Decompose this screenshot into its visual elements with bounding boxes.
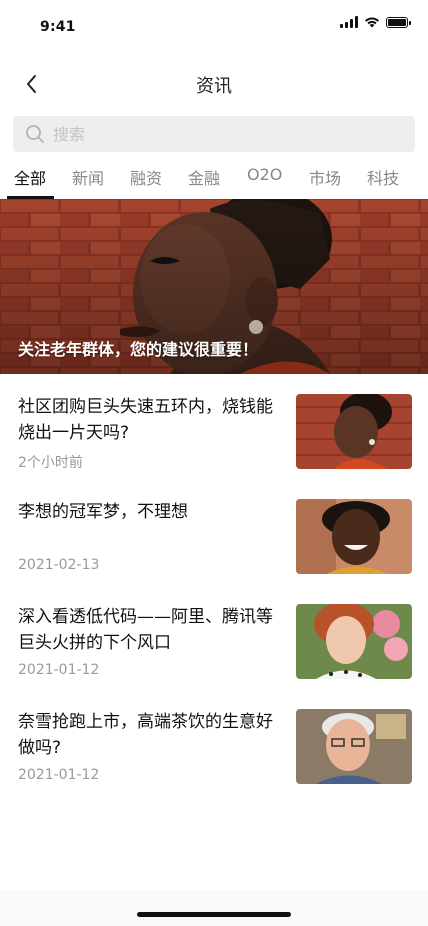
tab-all[interactable]: 全部 [14,165,46,189]
news-title: 李想的冠军梦，不理想 [18,502,188,522]
featured-banner[interactable]: 关注老年群体，您的建议很重要！ [0,199,428,374]
search-bar[interactable] [13,116,415,152]
news-thumbnail [296,499,412,574]
status-bar: 9:41 [0,0,428,54]
tab-news[interactable]: 新闻 [72,165,104,189]
news-screen: 9:41 资讯 搜索 全部 新闻 融资 金融 O2O 市场 科技 关注老年群体，… [0,0,428,926]
news-item[interactable]: 社区团购巨头失速五环内，烧钱能烧出一片天吗? 2个小时前 [0,394,428,490]
cellular-signal-icon [340,16,358,28]
status-time: 9:41 [40,19,76,35]
news-time: 2021-02-13 [18,557,100,573]
news-title: 深入看透低代码——阿里、腾讯等巨头火拼的下个风口 [18,607,273,653]
category-tabs: 全部 新闻 融资 金融 O2O 市场 科技 [0,160,428,200]
tab-tech[interactable]: 科技 [367,165,399,189]
wifi-icon [365,17,379,28]
status-icons [340,16,411,28]
search-icon [25,124,45,144]
news-time: 2个小时前 [18,455,83,471]
search-input[interactable] [53,124,393,144]
news-time: 2021-01-12 [18,662,100,678]
home-indicator[interactable] [137,912,291,917]
nav-bar: 资讯 [0,60,428,106]
home-bar-area [0,890,428,926]
tab-financing[interactable]: 融资 [130,165,162,189]
news-thumbnail [296,604,412,679]
news-title: 社区团购巨头失速五环内，烧钱能烧出一片天吗? [18,397,273,443]
page-title: 资讯 [196,76,232,97]
banner-caption: 关注老年群体，您的建议很重要！ [18,340,259,359]
news-thumbnail [296,394,412,469]
tab-market[interactable]: 市场 [309,165,341,189]
battery-icon [386,16,411,28]
news-thumbnail [296,709,412,784]
news-item[interactable]: 奈雪抢跑上市，高端茶饮的生意好做吗? 2021-01-12 [0,709,428,805]
news-title: 奈雪抢跑上市，高端茶饮的生意好做吗? [18,712,273,758]
news-item[interactable]: 深入看透低代码——阿里、腾讯等巨头火拼的下个风口 2021-01-12 [0,604,428,700]
news-item[interactable]: 李想的冠军梦，不理想 2021-02-13 [0,499,428,595]
tab-o2o[interactable]: O2O [247,165,282,184]
news-time: 2021-01-12 [18,767,100,783]
tab-finance[interactable]: 金融 [188,165,220,189]
